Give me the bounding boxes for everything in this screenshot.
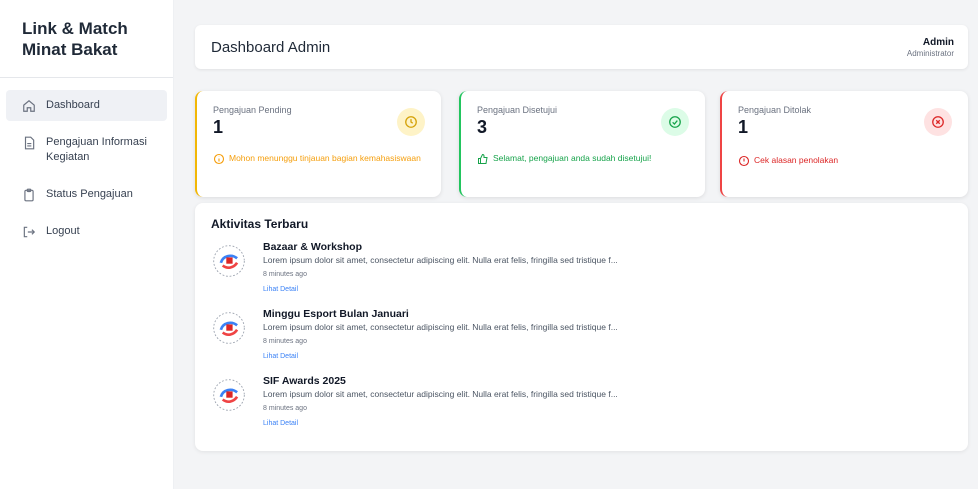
- activity-desc: Lorem ipsum dolor sit amet, consectetur …: [263, 322, 618, 332]
- university-logo-icon: [213, 245, 245, 277]
- card-note-text: Mohon menunggu tinjauan bagian kemahasis…: [229, 153, 421, 163]
- card-pending: Pengajuan Pending 1 Mohon menunggu tinja…: [195, 91, 441, 197]
- home-icon: [22, 99, 36, 113]
- alert-icon: [738, 155, 750, 167]
- sidebar-item-logout[interactable]: Logout: [6, 216, 167, 247]
- sidebar-item-pengajuan-informasi[interactable]: Pengajuan Informasi Kegiatan: [6, 127, 167, 173]
- activity-desc: Lorem ipsum dolor sit amet, consectetur …: [263, 255, 618, 265]
- user-name: Admin: [922, 36, 954, 48]
- activity-title: SIF Awards 2025: [263, 375, 346, 387]
- list-item: SIF Awards 2025 Lorem ipsum dolor sit am…: [211, 375, 952, 442]
- card-rejected: Pengajuan Ditolak 1 Cek alasan penolakan: [720, 91, 968, 197]
- list-item: Bazaar & Workshop Lorem ipsum dolor sit …: [211, 241, 952, 308]
- card-value: 1: [213, 117, 224, 137]
- sidebar-item-label: Status Pengajuan: [46, 188, 133, 200]
- sidebar-item-label: Logout: [46, 225, 80, 237]
- check-circle-icon: [661, 108, 689, 136]
- activity-time: 8 minutes ago: [263, 405, 307, 412]
- brand-title: Link & Match Minat Bakat: [0, 0, 173, 78]
- card-label: Pengajuan Ditolak: [738, 105, 812, 115]
- card-note: Selamat, pengajuan anda sudah disetujui!: [477, 153, 689, 165]
- card-note: Mohon menunggu tinjauan bagian kemahasis…: [213, 153, 425, 165]
- card-note[interactable]: Cek alasan penolakan: [738, 155, 952, 167]
- card-label: Pengajuan Pending: [213, 105, 292, 115]
- user-role: Administrator: [906, 48, 954, 58]
- view-detail-link[interactable]: Lihat Detail: [263, 420, 298, 427]
- sidebar-item-dashboard[interactable]: Dashboard: [6, 90, 167, 121]
- card-value: 1: [738, 117, 749, 137]
- card-label: Pengajuan Disetujui: [477, 105, 558, 115]
- card-note-text: Cek alasan penolakan: [754, 155, 839, 165]
- view-detail-link[interactable]: Lihat Detail: [263, 286, 298, 293]
- sidebar-item-status-pengajuan[interactable]: Status Pengajuan: [6, 179, 167, 210]
- list-item: Minggu Esport Bulan Januari Lorem ipsum …: [211, 308, 952, 375]
- stat-cards: Pengajuan Pending 1 Mohon menunggu tinja…: [195, 91, 968, 197]
- logout-icon: [22, 225, 36, 239]
- sidebar-item-label: Dashboard: [46, 99, 100, 111]
- recent-activity-panel: Aktivitas Terbaru Bazaar & Workshop Lore…: [195, 203, 968, 451]
- sidebar: Link & Match Minat Bakat Dashboard Penga…: [0, 0, 174, 489]
- card-approved: Pengajuan Disetujui 3 Selamat, pengajuan…: [459, 91, 705, 197]
- activity-time: 8 minutes ago: [263, 338, 307, 345]
- user-menu[interactable]: Admin Administrator: [907, 37, 954, 58]
- clock-icon: [397, 108, 425, 136]
- university-logo-icon: [213, 312, 245, 344]
- university-logo-icon: [213, 379, 245, 411]
- page-title: Dashboard Admin: [211, 38, 331, 56]
- activity-title: Minggu Esport Bulan Januari: [263, 308, 409, 320]
- sidebar-item-label: Pengajuan Informasi Kegiatan: [46, 136, 147, 163]
- activity-title: Bazaar & Workshop: [263, 241, 362, 253]
- card-note-text: Selamat, pengajuan anda sudah disetujui!: [493, 153, 652, 163]
- document-icon: [22, 136, 36, 150]
- brand-line-1: Link & Match: [22, 19, 128, 38]
- activity-list: Bazaar & Workshop Lorem ipsum dolor sit …: [211, 241, 952, 442]
- thumbs-up-icon: [477, 153, 489, 165]
- card-value: 3: [477, 117, 488, 137]
- clipboard-icon: [22, 188, 36, 202]
- top-bar: Dashboard Admin Admin Administrator: [195, 25, 968, 69]
- info-icon: [213, 153, 225, 165]
- view-detail-link[interactable]: Lihat Detail: [263, 353, 298, 360]
- sidebar-nav: Dashboard Pengajuan Informasi Kegiatan S…: [0, 78, 173, 247]
- main-content: Dashboard Admin Admin Administrator Peng…: [174, 0, 978, 489]
- section-title: Aktivitas Terbaru: [211, 217, 309, 231]
- activity-time: 8 minutes ago: [263, 271, 307, 278]
- brand-line-2: Minat Bakat: [22, 40, 118, 59]
- activity-desc: Lorem ipsum dolor sit amet, consectetur …: [263, 389, 618, 399]
- x-circle-icon: [924, 108, 952, 136]
